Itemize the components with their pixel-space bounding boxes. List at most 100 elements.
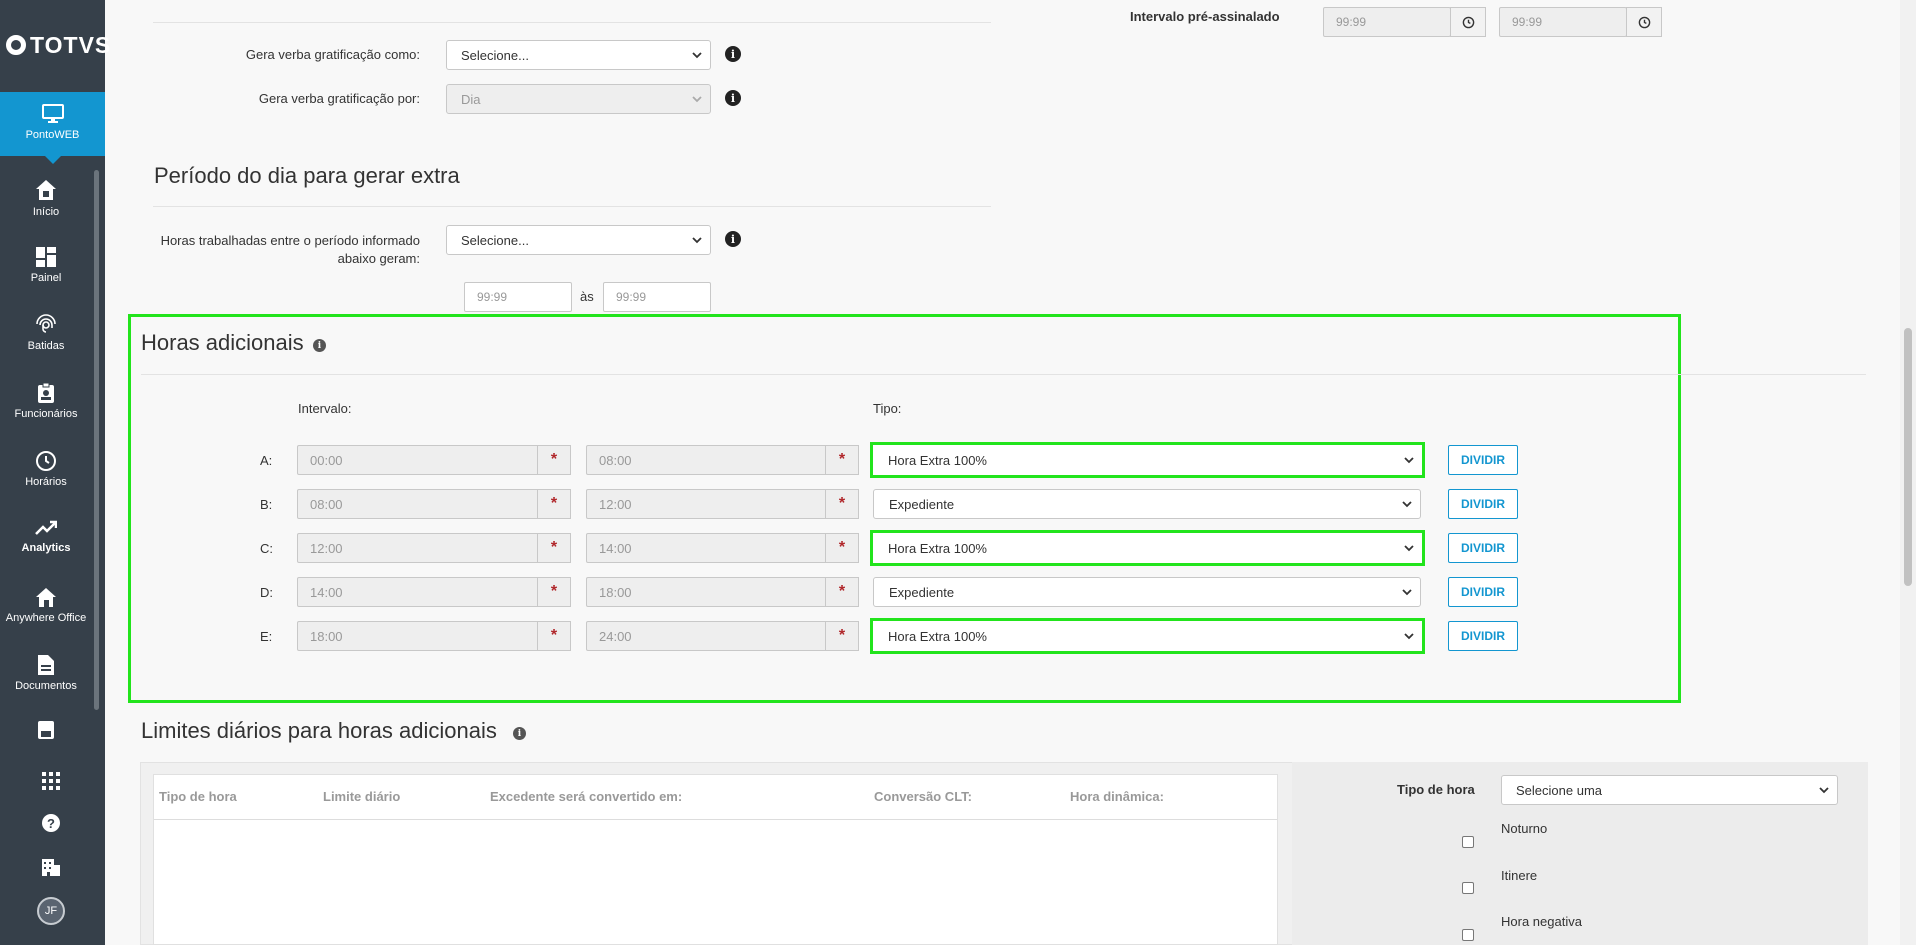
chevron-down-icon	[692, 96, 702, 103]
tipo-label: Tipo:	[873, 401, 902, 416]
required-asterisk-icon: *	[537, 533, 571, 563]
column-header: Excedente será convertido em:	[490, 789, 683, 804]
interval-start-input[interactable]: 00:00	[297, 445, 539, 475]
periodo-select[interactable]: Selecione...	[446, 225, 711, 255]
sidebar: TOTVS PontoWEB Início Painel Batidas Fun…	[0, 0, 110, 945]
intervalo-label: Intervalo:	[298, 401, 352, 416]
home-icon	[36, 180, 56, 200]
chevron-down-icon	[1404, 633, 1414, 640]
interval-start-input[interactable]: 14:00	[297, 577, 539, 607]
interval-end-input[interactable]: 12:00	[586, 489, 828, 519]
pre-assinalado-start-input[interactable]: 99:99	[1323, 7, 1451, 37]
required-asterisk-icon: *	[537, 445, 571, 475]
chevron-down-icon	[692, 52, 702, 59]
row-letter: E:	[260, 629, 273, 644]
info-icon[interactable]: i	[725, 90, 741, 106]
chevron-down-icon	[1404, 457, 1414, 464]
clock-icon	[1638, 16, 1650, 28]
interval-end-input[interactable]: 24:00	[586, 621, 828, 651]
periodo-separator: às	[580, 289, 594, 304]
interval-end-input[interactable]: 18:00	[586, 577, 828, 607]
required-asterisk-icon: *	[825, 577, 859, 607]
clock-button[interactable]	[1626, 7, 1662, 37]
interval-start-input[interactable]: 12:00	[297, 533, 539, 563]
info-icon[interactable]: i	[725, 231, 741, 247]
info-icon[interactable]: i	[725, 46, 741, 62]
required-asterisk-icon: *	[537, 621, 571, 651]
interval-end-input[interactable]: 14:00	[586, 533, 828, 563]
module-pontoweb[interactable]: PontoWEB	[0, 92, 105, 164]
clock-icon	[36, 451, 56, 471]
interval-end-input[interactable]: 08:00	[586, 445, 828, 475]
hora-negativa-label: Hora negativa	[1501, 914, 1582, 929]
row-letter: D:	[260, 585, 273, 600]
svg-text:?: ?	[47, 816, 55, 831]
required-asterisk-icon: *	[537, 577, 571, 607]
pre-assinalado-end-input[interactable]: 99:99	[1499, 7, 1627, 37]
interval-start-input[interactable]: 18:00	[297, 621, 539, 651]
sidebar-item-horarios[interactable]: Horários	[0, 450, 92, 488]
dividir-button[interactable]: DIVIDIR	[1448, 577, 1518, 607]
sidebar-scrollbar[interactable]	[94, 170, 99, 710]
tipo-select[interactable]: Expediente	[873, 577, 1421, 607]
fingerprint-icon	[36, 314, 56, 333]
chevron-down-icon	[692, 237, 702, 244]
section-divider	[153, 22, 991, 23]
info-icon[interactable]: i	[313, 339, 326, 352]
sidebar-item-funcionarios[interactable]: Funcionários	[0, 382, 92, 420]
dividir-button[interactable]: DIVIDIR	[1448, 489, 1518, 519]
row-letter: A:	[260, 453, 273, 468]
gratificacao-como-select[interactable]: Selecione...	[446, 40, 711, 70]
save-doc-icon	[38, 721, 54, 739]
required-asterisk-icon: *	[825, 489, 859, 519]
limites-title: Limites diários para horas adicionais	[141, 718, 497, 743]
scrollbar-thumb[interactable]	[1904, 328, 1912, 586]
gratificacao-como-label: Gera verba gratificação como:	[245, 47, 420, 62]
dividir-button[interactable]: DIVIDIR	[1448, 445, 1518, 475]
apps-grid-icon[interactable]	[38, 768, 64, 794]
gratificacao-por-select[interactable]: Dia	[446, 84, 711, 114]
periodo-title: Período do dia para gerar extra	[154, 163, 460, 188]
building-icon[interactable]	[38, 854, 64, 880]
sidebar-item-anywhere-office[interactable]: Anywhere Office	[0, 586, 92, 624]
sidebar-item-documentos[interactable]: Documentos	[0, 654, 92, 692]
noturno-checkbox[interactable]	[1462, 836, 1474, 848]
tipo-select[interactable]: Hora Extra 100%	[870, 530, 1425, 566]
itinere-label: Itinere	[1501, 868, 1538, 883]
dividir-button[interactable]: DIVIDIR	[1448, 621, 1518, 651]
info-icon[interactable]: i	[513, 727, 526, 740]
row-letter: B:	[260, 497, 273, 512]
itinere-checkbox[interactable]	[1462, 882, 1474, 894]
help-icon[interactable]: ?	[38, 810, 64, 836]
hora-negativa-checkbox[interactable]	[1462, 929, 1474, 941]
sidebar-item-inicio[interactable]: Início	[0, 178, 92, 218]
column-header: Hora dinâmica:	[1070, 789, 1164, 804]
required-asterisk-icon: *	[825, 533, 859, 563]
periodo-end-input[interactable]: 99:99	[603, 282, 711, 312]
chevron-down-icon	[1404, 545, 1414, 552]
dividir-button[interactable]: DIVIDIR	[1448, 533, 1518, 563]
noturno-label: Noturno	[1501, 821, 1548, 836]
interval-start-input[interactable]: 08:00	[297, 489, 539, 519]
horas-adicionais-title: Horas adicionais	[141, 330, 304, 355]
badge-icon	[38, 382, 54, 403]
avatar[interactable]: JF	[37, 897, 65, 925]
periodo-start-input[interactable]: 99:99	[464, 282, 572, 312]
sidebar-item-batidas[interactable]: Batidas	[0, 314, 92, 352]
tipo-select[interactable]: Hora Extra 100%	[870, 442, 1425, 478]
module-label: PontoWEB	[25, 129, 80, 141]
tipo-select[interactable]: Hora Extra 100%	[870, 618, 1425, 654]
clock-icon	[1462, 16, 1474, 28]
tipo-hora-select[interactable]: Selecione uma	[1501, 775, 1838, 805]
tipo-select[interactable]: Expediente	[873, 489, 1421, 519]
totvs-logo[interactable]: TOTVS	[6, 30, 111, 60]
section-divider	[141, 374, 1866, 375]
sidebar-item-painel[interactable]: Painel	[0, 246, 92, 284]
sidebar-item-more[interactable]	[0, 720, 92, 744]
dashboard-icon	[36, 247, 56, 267]
sidebar-item-analytics[interactable]: Analytics	[0, 518, 92, 554]
gratificacao-por-label: Gera verba gratificação por:	[258, 91, 420, 106]
column-header: Tipo de hora	[159, 789, 237, 804]
page-scrollbar[interactable]	[1900, 0, 1916, 945]
clock-button[interactable]	[1450, 7, 1486, 37]
